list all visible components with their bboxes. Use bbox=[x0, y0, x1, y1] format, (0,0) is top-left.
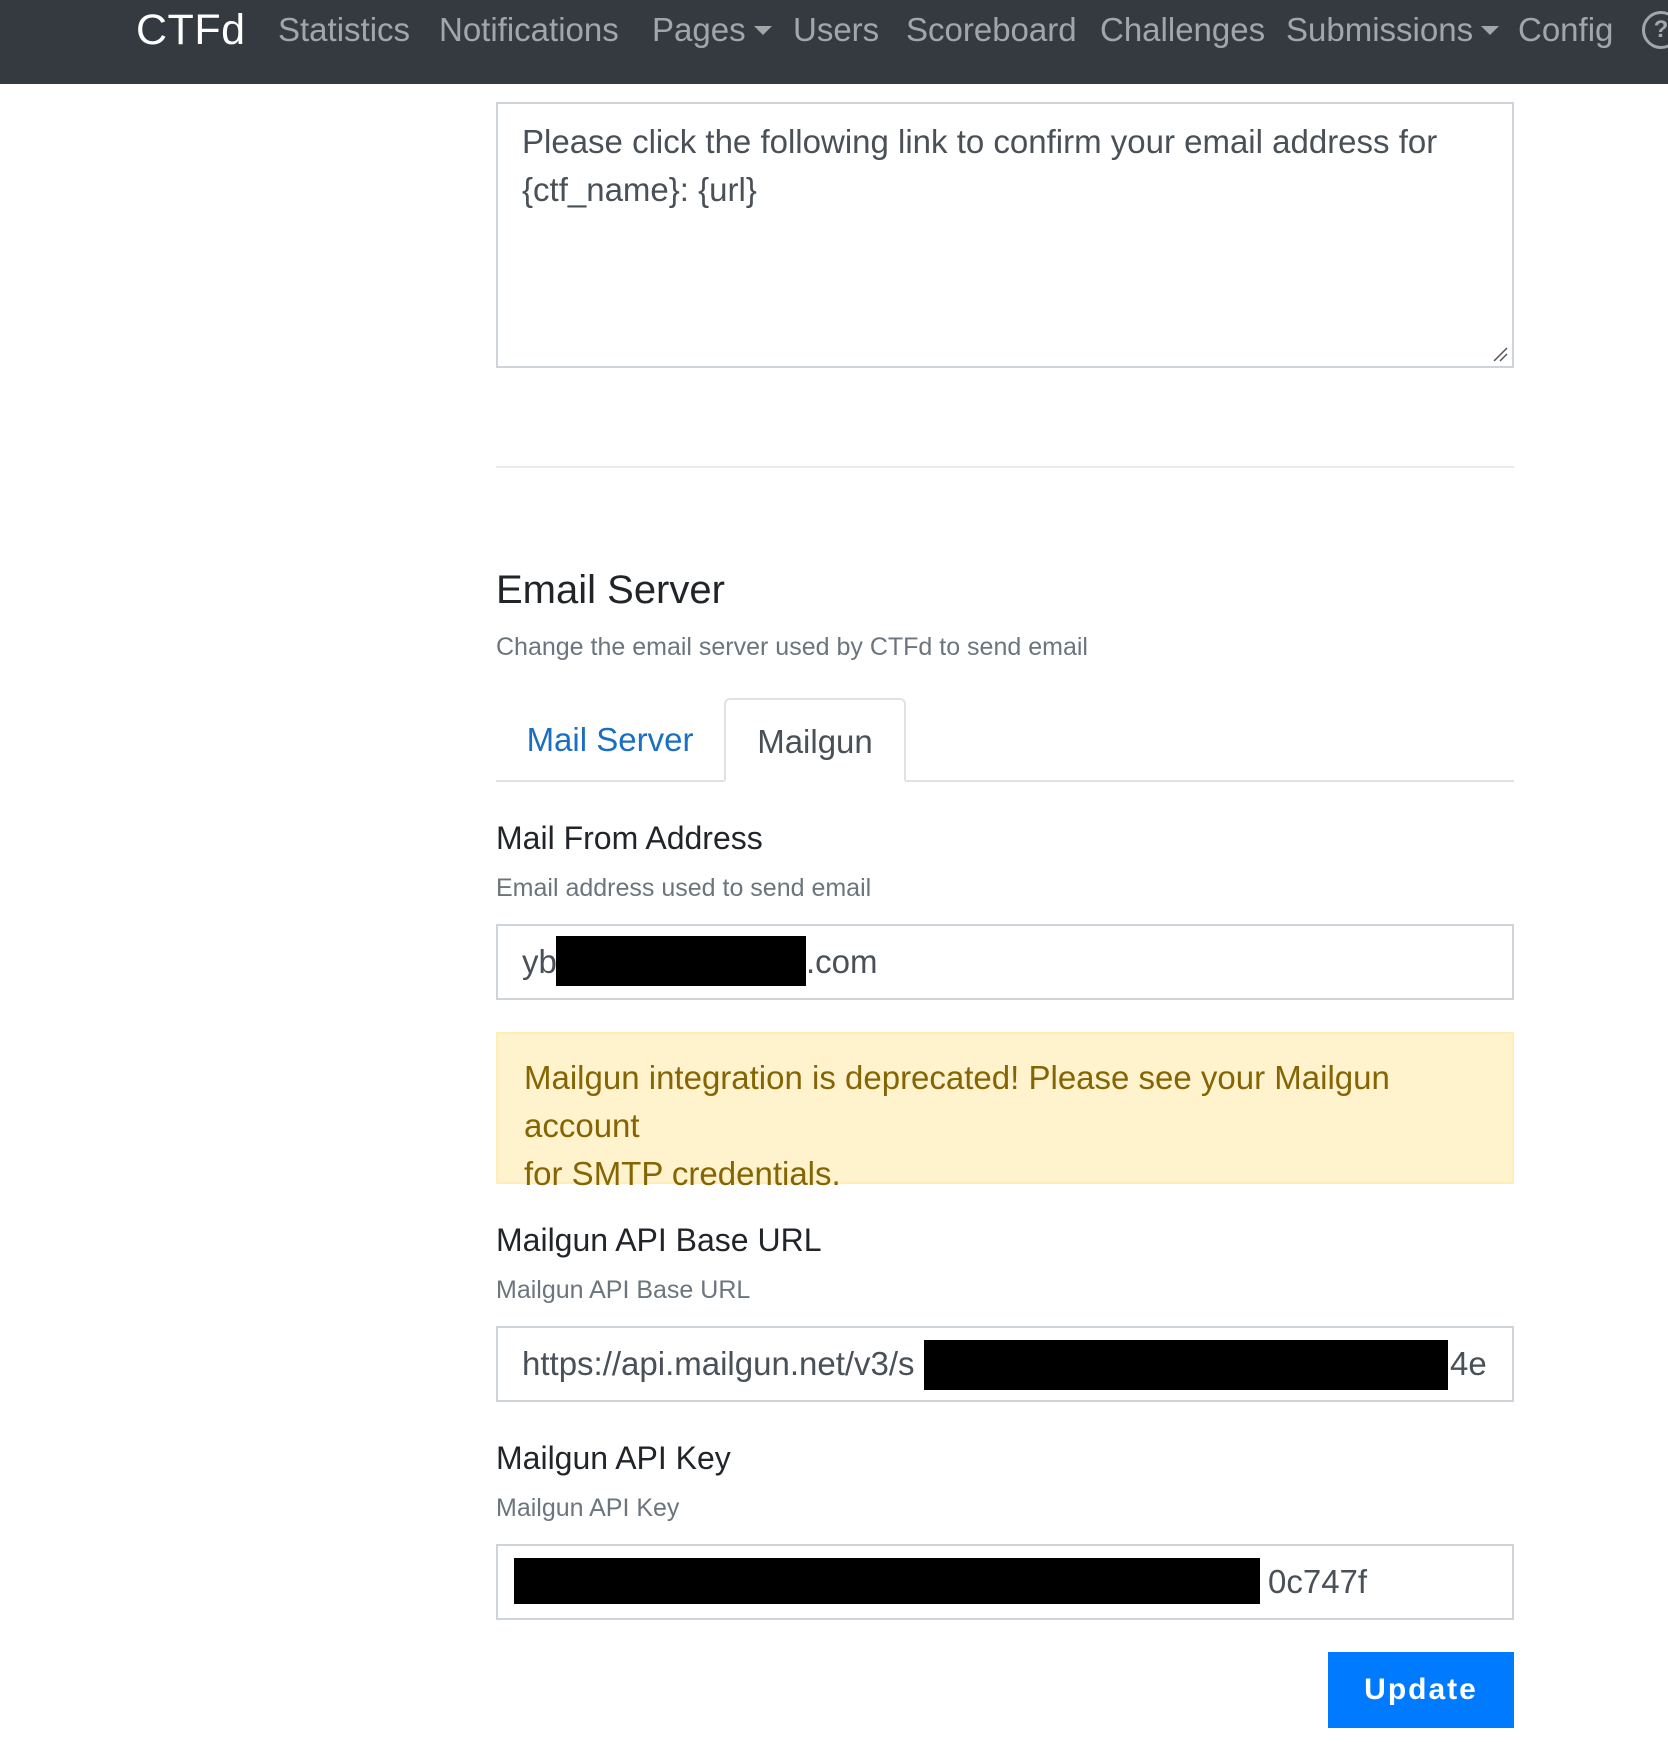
email-server-subtitle: Change the email server used by CTFd to … bbox=[496, 633, 1088, 661]
mailgun-api-key-help: Mailgun API Key bbox=[496, 1494, 680, 1522]
section-divider bbox=[496, 466, 1514, 468]
mail-from-suffix: .com bbox=[806, 943, 878, 980]
tab-mail-server[interactable]: Mail Server bbox=[496, 698, 724, 782]
nav-pages-label: Pages bbox=[652, 11, 746, 48]
chevron-down-icon bbox=[753, 26, 772, 35]
update-button[interactable]: Update bbox=[1328, 1652, 1514, 1728]
resize-grip-icon[interactable] bbox=[1492, 346, 1508, 362]
textarea-line-2: {ctf_name}: {url} bbox=[522, 171, 757, 208]
nav-submissions-label: Submissions bbox=[1286, 11, 1474, 48]
brand-logo[interactable]: CTFd bbox=[136, 8, 246, 52]
api-key-suffix: 0c747f bbox=[1268, 1563, 1368, 1600]
mailgun-base-url-label: Mailgun API Base URL bbox=[496, 1222, 822, 1258]
mailgun-base-url-input[interactable]: https://api.mailgun.net/v3/s 4e bbox=[496, 1326, 1514, 1402]
mailgun-deprecation-alert: Mailgun integration is deprecated! Pleas… bbox=[496, 1032, 1514, 1192]
nav-pages[interactable]: Pages bbox=[652, 12, 772, 48]
alert-line-1: Mailgun integration is deprecated! Pleas… bbox=[524, 1059, 1390, 1144]
mailgun-api-key-label: Mailgun API Key bbox=[496, 1440, 731, 1476]
base-url-prefix: https://api.mailgun.net/v3/s bbox=[522, 1345, 915, 1382]
nav-submissions[interactable]: Submissions bbox=[1286, 11, 1500, 48]
nav-users[interactable]: Users bbox=[793, 12, 879, 48]
mail-from-address-help: Email address used to send email bbox=[496, 874, 872, 902]
alert-line-2: for SMTP credentials. bbox=[524, 1155, 841, 1192]
confirmation-email-body-textarea[interactable]: Please click the following link to confi… bbox=[496, 102, 1514, 368]
nav-challenges[interactable]: Challenges bbox=[1100, 12, 1265, 48]
base-url-suffix: 4e bbox=[1450, 1345, 1487, 1382]
top-navbar: CTFd Statistics Notifications Pages User… bbox=[0, 0, 1668, 84]
nav-notifications[interactable]: Notifications bbox=[439, 12, 619, 48]
nav-scoreboard[interactable]: Scoreboard bbox=[906, 12, 1077, 48]
mail-from-address-input[interactable]: yb .com bbox=[496, 924, 1514, 1000]
mail-from-address-label: Mail From Address bbox=[496, 820, 763, 856]
mail-from-prefix: yb bbox=[522, 943, 557, 980]
mailgun-api-key-input[interactable]: 0c747f bbox=[496, 1544, 1514, 1620]
redaction-box bbox=[924, 1340, 1448, 1390]
redaction-box bbox=[514, 1558, 1260, 1604]
redaction-box bbox=[556, 936, 806, 986]
mailgun-base-url-help: Mailgun API Base URL bbox=[496, 1276, 751, 1304]
nav-statistics[interactable]: Statistics bbox=[278, 12, 410, 48]
chevron-down-icon bbox=[1481, 26, 1500, 35]
nav-config[interactable]: Config bbox=[1518, 12, 1613, 48]
tab-mailgun[interactable]: Mailgun bbox=[724, 698, 906, 782]
question-circle-icon[interactable]: ? bbox=[1642, 11, 1668, 49]
email-server-title: Email Server bbox=[496, 568, 725, 612]
textarea-line-1: Please click the following link to confi… bbox=[522, 123, 1438, 160]
